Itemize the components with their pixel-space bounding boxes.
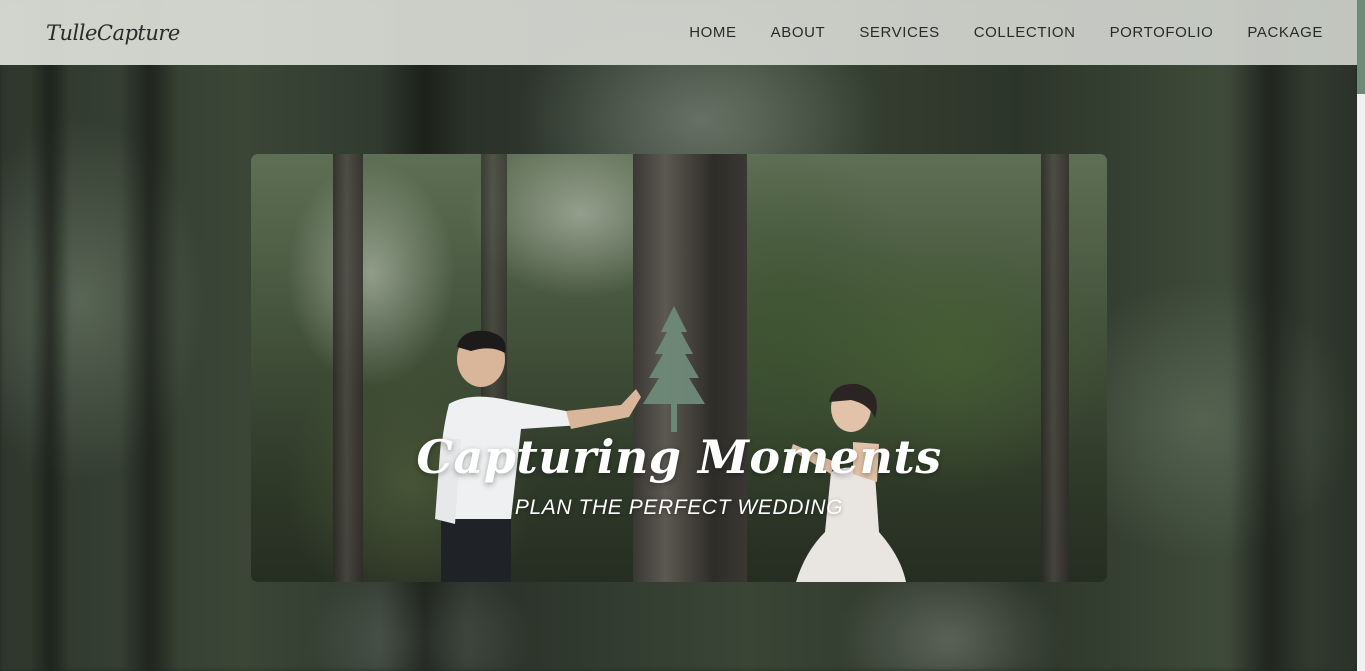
nav-portofolio[interactable]: PORTOFOLIO — [1110, 24, 1214, 41]
hero-banner: Capturing Moments PLAN THE PERFECT WEDDI… — [251, 154, 1107, 582]
nav-home[interactable]: HOME — [689, 24, 736, 41]
scrollbar-thumb[interactable] — [1357, 0, 1365, 94]
main-nav: HOME ABOUT SERVICES COLLECTION PORTOFOLI… — [689, 24, 1323, 41]
site-logo[interactable]: TulleCapture — [46, 21, 180, 45]
hero-title: Capturing Moments — [416, 430, 942, 484]
site-header: TulleCapture HOME ABOUT SERVICES COLLECT… — [0, 0, 1357, 65]
nav-about[interactable]: ABOUT — [771, 24, 826, 41]
pine-tree-icon — [643, 306, 705, 432]
nav-services[interactable]: SERVICES — [859, 24, 939, 41]
nav-collection[interactable]: COLLECTION — [974, 24, 1076, 41]
hero-subtitle: PLAN THE PERFECT WEDDING — [514, 496, 844, 519]
nav-package[interactable]: PACKAGE — [1247, 24, 1323, 41]
page-scrollbar[interactable] — [1357, 0, 1365, 671]
